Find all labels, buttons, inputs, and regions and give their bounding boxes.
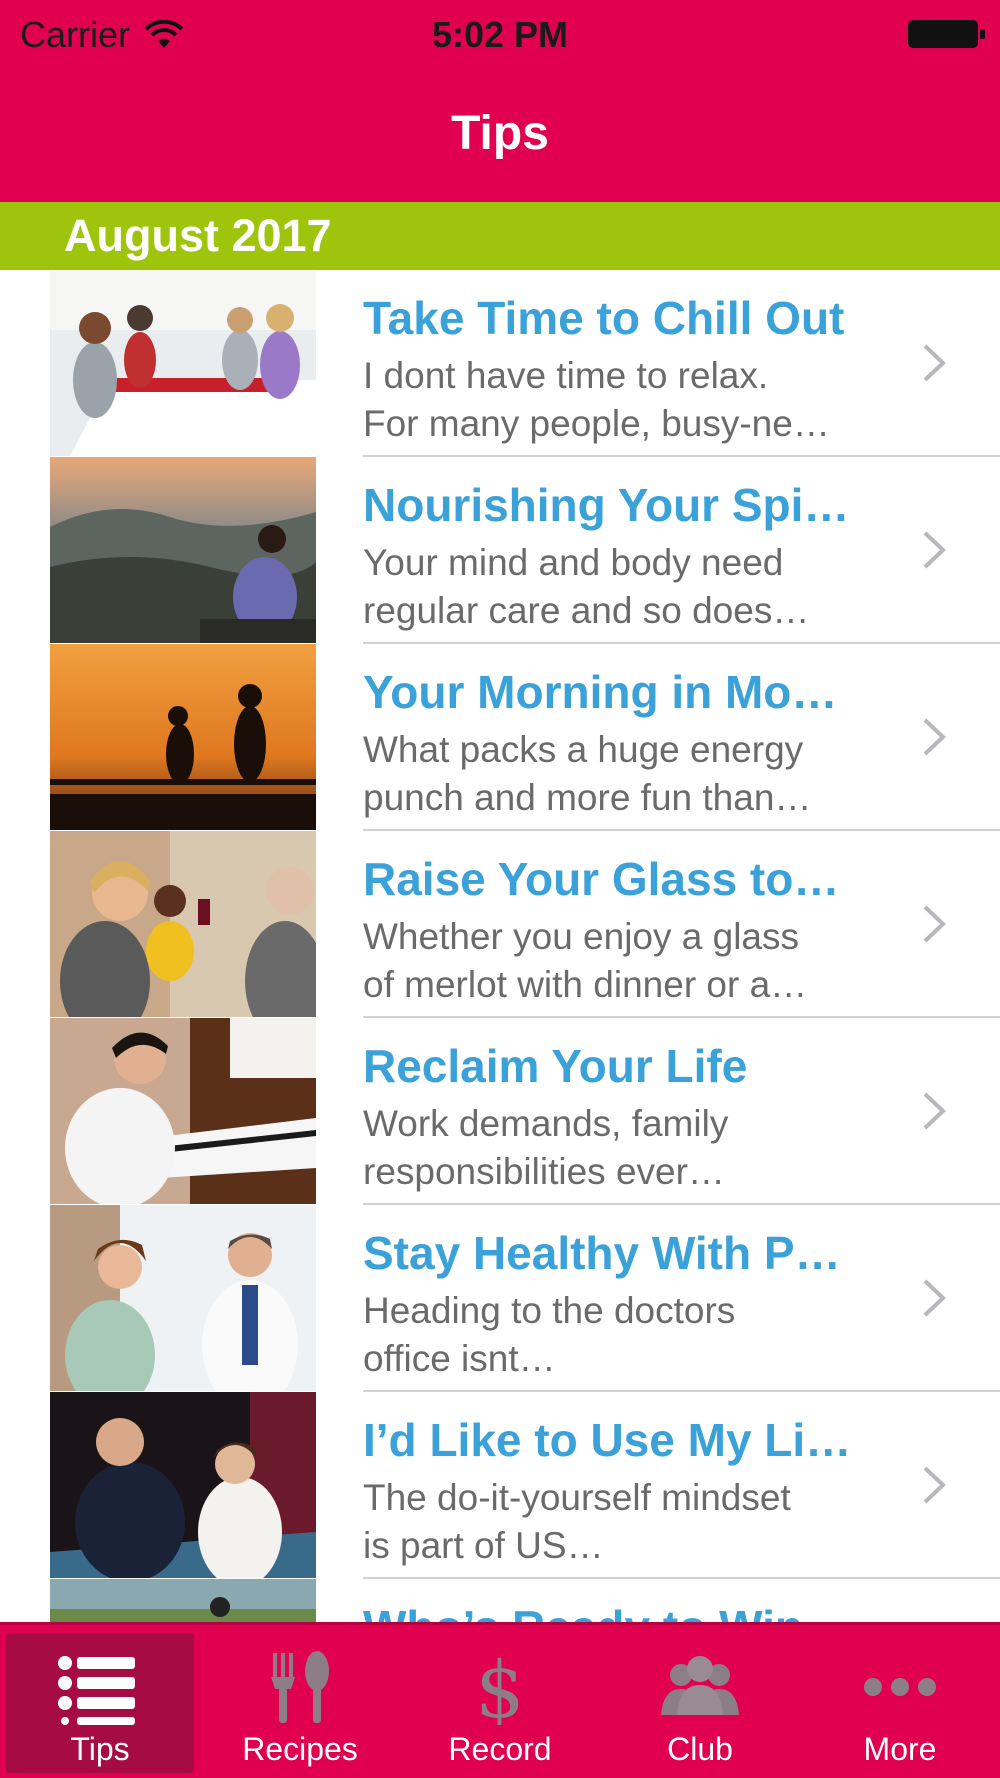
- chevron-right-icon: [923, 1279, 946, 1317]
- list-item[interactable]: Reclaim Your Life Work demands, family r…: [0, 1018, 1000, 1205]
- tip-thumbnail-image: [50, 1205, 316, 1391]
- list-item[interactable]: Take Time to Chill Out I dont have time …: [0, 270, 1000, 457]
- tab-club[interactable]: Club: [600, 1625, 800, 1778]
- tips-list[interactable]: Take Time to Chill Out I dont have time …: [0, 270, 1000, 1622]
- list-item[interactable]: Your Morning in Mo… What packs a huge en…: [0, 644, 1000, 831]
- tip-thumbnail-image: [50, 831, 316, 1017]
- tip-thumbnail-image: [50, 644, 316, 830]
- tip-description: Your mind and body need regular care and…: [363, 542, 810, 631]
- tab-recipes[interactable]: Recipes: [200, 1625, 400, 1778]
- status-bar: Carrier 5:02 PM: [0, 0, 1000, 70]
- tab-label: Tips: [70, 1731, 130, 1767]
- chevron-right-icon: [923, 905, 946, 943]
- dollar-icon: $: [475, 1649, 525, 1725]
- list-item[interactable]: Stay Healthy With P… Heading to the doct…: [0, 1205, 1000, 1392]
- tab-label: More: [863, 1731, 937, 1767]
- tip-thumbnail-image: [50, 1392, 316, 1578]
- tab-label: Record: [448, 1731, 552, 1767]
- tip-title: Who’s Ready to Win…: [363, 1599, 893, 1622]
- list-item[interactable]: Nourishing Your Spi… Your mind and body …: [0, 457, 1000, 644]
- tab-more[interactable]: More: [800, 1625, 1000, 1778]
- nav-bar: Tips: [0, 70, 1000, 202]
- section-header: August 2017: [0, 202, 1000, 270]
- chevron-right-icon: [923, 531, 946, 569]
- tip-description: What packs a huge energy punch and more …: [363, 729, 812, 818]
- people-icon: [661, 1656, 739, 1715]
- battery-icon: [908, 20, 985, 48]
- tab-tips[interactable]: Tips: [6, 1633, 194, 1773]
- tip-thumbnail-image: [50, 1579, 316, 1622]
- chevron-right-icon: [923, 1092, 946, 1130]
- tip-title: I’d Like to Use My Li…: [363, 1414, 852, 1466]
- tip-thumbnail-image: [50, 457, 316, 643]
- list-item[interactable]: Raise Your Glass to… Whether you enjoy a…: [0, 831, 1000, 1018]
- tab-record[interactable]: $ Record: [400, 1625, 600, 1778]
- tip-title: Raise Your Glass to…: [363, 853, 840, 905]
- tip-description: I dont have time to relax. For many peop…: [363, 355, 830, 444]
- page-title: Tips: [451, 107, 549, 160]
- list-item[interactable]: Who’s Ready to Win…: [0, 1579, 1000, 1622]
- tip-title: Nourishing Your Spi…: [363, 479, 850, 531]
- tip-title: Your Morning in Mo…: [363, 666, 838, 718]
- tip-title: Take Time to Chill Out: [363, 292, 845, 344]
- chevron-right-icon: [923, 1466, 946, 1504]
- tip-description: Whether you enjoy a glass of merlot with…: [363, 916, 808, 1005]
- tip-title: Stay Healthy With P…: [363, 1227, 841, 1279]
- tip-thumbnail-image: [50, 1018, 316, 1204]
- status-time: 5:02 PM: [431, 14, 569, 55]
- tip-description: Heading to the doctors office isnt…: [363, 1290, 736, 1379]
- chevron-right-icon: [923, 718, 946, 756]
- tab-label: Recipes: [242, 1731, 358, 1767]
- chevron-right-icon: [923, 344, 946, 382]
- list-item[interactable]: I’d Like to Use My Li… The do-it-yoursel…: [0, 1392, 1000, 1579]
- tip-thumbnail-image: [50, 270, 316, 456]
- tab-label: Club: [667, 1731, 733, 1767]
- section-title: August 2017: [64, 210, 332, 261]
- fork-spoon-icon: [271, 1651, 329, 1723]
- tip-description: The do-it-yourself mindset is part of US…: [363, 1477, 791, 1566]
- tip-description: Work demands, family responsibilities ev…: [363, 1103, 729, 1192]
- tab-bar: Tips Recipes $ Record Club More: [0, 1622, 1000, 1778]
- list-icon: [58, 1656, 135, 1725]
- tip-title: Reclaim Your Life: [363, 1040, 748, 1092]
- svg-text:$: $: [475, 1649, 525, 1725]
- more-dots-icon: [864, 1678, 936, 1696]
